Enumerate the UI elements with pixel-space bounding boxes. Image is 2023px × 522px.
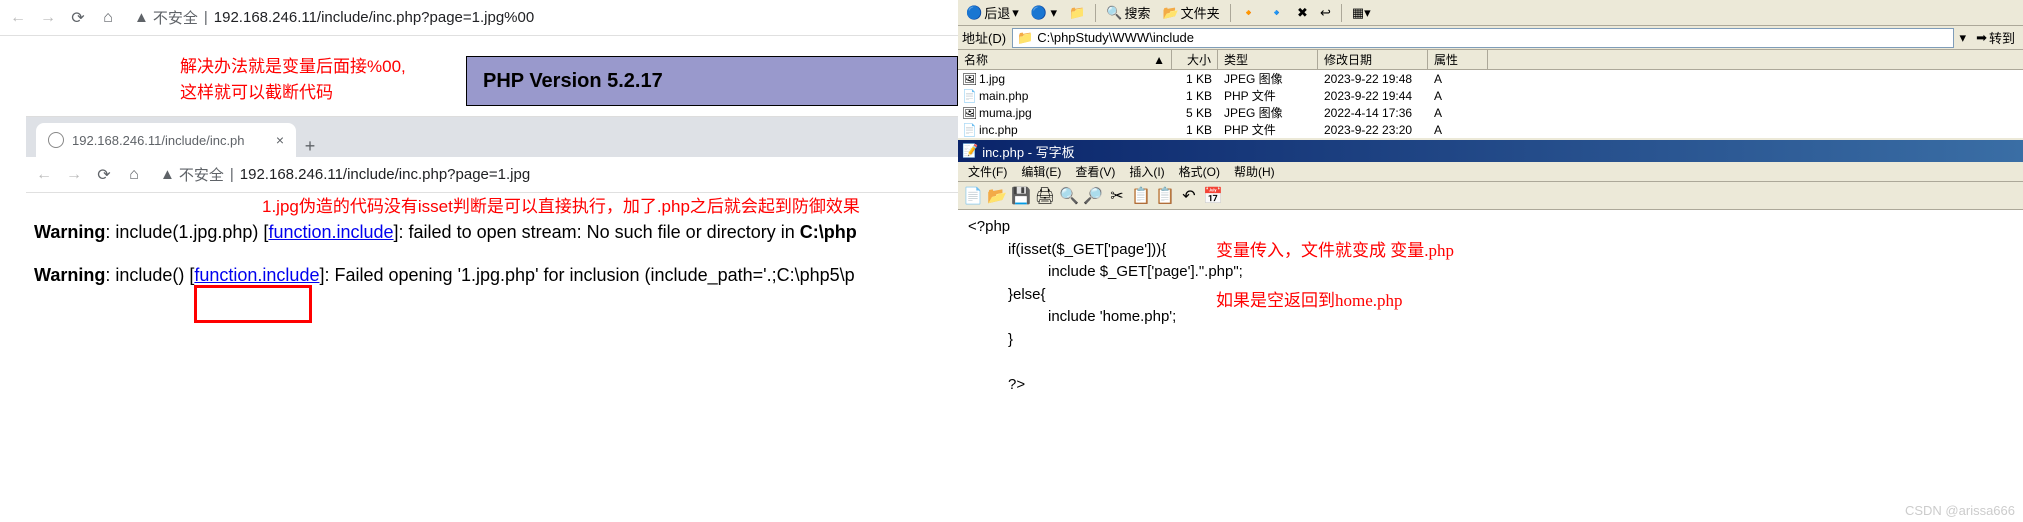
tab-bar: 192.168.246.11/include/inc.ph × +	[26, 117, 958, 157]
home-icon[interactable]: ⌂	[98, 8, 118, 28]
paste-icon[interactable]: 📋	[1154, 185, 1176, 207]
file-list: 🖼1.jpg 1 KB JPEG 图像 2023-9-22 19:48 A 📄m…	[958, 70, 2023, 138]
menu-view[interactable]: 查看(V)	[1069, 163, 1121, 180]
col-name[interactable]: 名称 ▲	[958, 50, 1172, 69]
wordpad-title: inc.php - 写字板	[982, 142, 1074, 161]
preview-icon[interactable]: 🔍	[1058, 185, 1080, 207]
highlight-box	[194, 285, 312, 323]
back-button[interactable]: 🔵 后退 ▾	[962, 1, 1023, 24]
browser-tab[interactable]: 192.168.246.11/include/inc.ph ×	[36, 123, 296, 157]
wordpad-content[interactable]: <?php if(isset($_GET['page'])){ include …	[958, 210, 2023, 402]
file-row[interactable]: 🖼1.jpg 1 KB JPEG 图像 2023-9-22 19:48 A	[958, 70, 2023, 87]
tb-icon[interactable]: 🔹	[1265, 3, 1289, 23]
col-type[interactable]: 类型	[1218, 50, 1318, 69]
reload-icon[interactable]: ⟳	[94, 165, 114, 185]
file-row[interactable]: 📄inc.php 1 KB PHP 文件 2023-9-22 23:20 A	[958, 121, 2023, 138]
menu-help[interactable]: 帮助(H)	[1228, 163, 1281, 180]
menu-format[interactable]: 格式(O)	[1173, 163, 1226, 180]
dropdown-icon[interactable]: ▾	[1960, 30, 1967, 46]
print-icon[interactable]: 🖨	[1034, 185, 1056, 207]
back-icon[interactable]: ←	[34, 165, 54, 185]
separator: |	[204, 9, 208, 26]
browser1-toolbar: ← → ⟳ ⌂ ▲ 不安全 | 192.168.246.11/include/i…	[0, 0, 958, 36]
date-icon[interactable]: 📅	[1202, 185, 1224, 207]
explorer-address-bar: 地址(D) 📁 C:\phpStudy\WWW\include ▾ ➡ 转到	[958, 26, 2023, 50]
folders-button[interactable]: 📂 文件夹	[1158, 1, 1223, 24]
tb-icon[interactable]: ▦▾	[1348, 3, 1375, 23]
url-text-2: 192.168.246.11/include/inc.php?page=1.jp…	[240, 166, 530, 183]
tb-icon[interactable]: ✖	[1293, 3, 1312, 23]
browser2-toolbar: ← → ⟳ ⌂ ▲ 不安全 | 192.168.246.11/include/i…	[26, 157, 958, 193]
find-icon[interactable]: 🔎	[1082, 185, 1104, 207]
function-include-link[interactable]: function.include	[268, 222, 393, 242]
back-icon[interactable]: ←	[8, 8, 28, 28]
menu-edit[interactable]: 编辑(E)	[1015, 163, 1067, 180]
browser-window-1: ← → ⟳ ⌂ ▲ 不安全 | 192.168.246.11/include/i…	[0, 0, 958, 110]
explorer-path-input[interactable]: 📁 C:\phpStudy\WWW\include	[1012, 28, 1954, 48]
warning-icon: ▲	[134, 9, 149, 26]
windows-area: 🔵 后退 ▾ 🔵 ▾ 📁 🔍 搜索 📂 文件夹 🔸 🔹 ✖ ↩ ▦▾ 地址(D)…	[958, 0, 2023, 522]
forward-button[interactable]: 🔵 ▾	[1027, 3, 1061, 23]
go-button[interactable]: ➡ 转到	[1972, 28, 2019, 47]
cut-icon[interactable]: ✂	[1106, 185, 1128, 207]
browser-window-2: 192.168.246.11/include/inc.ph × + ← → ⟳ …	[26, 116, 958, 315]
forward-icon[interactable]: →	[38, 8, 58, 28]
wordpad-titlebar: 📝 inc.php - 写字板	[958, 140, 2023, 162]
tb-icon[interactable]: ↩	[1316, 3, 1335, 23]
reload-icon[interactable]: ⟳	[68, 8, 88, 28]
col-attr[interactable]: 属性	[1428, 50, 1488, 69]
url-text-1: 192.168.246.11/include/inc.php?page=1.jp…	[214, 9, 534, 26]
wordpad-menubar: 文件(F) 编辑(E) 查看(V) 插入(I) 格式(O) 帮助(H)	[958, 162, 2023, 182]
explorer-toolbar: 🔵 后退 ▾ 🔵 ▾ 📁 🔍 搜索 📂 文件夹 🔸 🔹 ✖ ↩ ▦▾	[958, 0, 2023, 26]
addr-label: 地址(D)	[962, 28, 1006, 47]
function-include-link[interactable]: function.include	[194, 265, 319, 285]
insecure-badge: ▲ 不安全	[134, 7, 198, 28]
copy-icon[interactable]: 📋	[1130, 185, 1152, 207]
forward-icon[interactable]: →	[64, 165, 84, 185]
path-text: C:\phpStudy\WWW\include	[1037, 30, 1194, 45]
globe-icon	[48, 132, 64, 148]
warning-line-2: Warning: include() [function.include]: F…	[34, 254, 950, 297]
image-icon: 🖼	[962, 72, 976, 86]
home-icon[interactable]: ⌂	[124, 165, 144, 185]
up-button[interactable]: 📁	[1065, 3, 1089, 23]
warning-icon: ▲	[160, 166, 175, 183]
file-row[interactable]: 🖼muma.jpg 5 KB JPEG 图像 2022-4-14 17:36 A	[958, 104, 2023, 121]
annotation-4: 如果是空返回到home.php	[1216, 288, 1403, 314]
folder-icon: 📁	[1017, 30, 1033, 46]
separator: |	[230, 166, 234, 183]
new-icon[interactable]: 📄	[962, 185, 984, 207]
page-content: Warning: include(1.jpg.php) [function.in…	[26, 193, 958, 315]
close-icon[interactable]: ×	[276, 132, 284, 148]
wordpad-window: 📝 inc.php - 写字板 文件(F) 编辑(E) 查看(V) 插入(I) …	[958, 140, 2023, 522]
watermark: CSDN @arissa666	[1905, 503, 2015, 518]
menu-file[interactable]: 文件(F)	[962, 163, 1013, 180]
tb-icon[interactable]: 🔸	[1237, 3, 1261, 23]
php-icon: 📄	[962, 123, 976, 137]
file-list-header: 名称 ▲ 大小 类型 修改日期 属性	[958, 50, 2023, 70]
col-date[interactable]: 修改日期	[1318, 50, 1428, 69]
annotation-3: 变量传入，文件就变成 变量.php	[1216, 238, 1454, 264]
col-size[interactable]: 大小	[1172, 50, 1218, 69]
annotation-1: 解决办法就是变量后面接%00, 这样就可以截断代码	[180, 54, 406, 105]
insecure-label: 不安全	[179, 164, 224, 185]
undo-icon[interactable]: ↶	[1178, 185, 1200, 207]
insecure-label: 不安全	[153, 7, 198, 28]
wordpad-icon: 📝	[962, 143, 978, 159]
menu-insert[interactable]: 插入(I)	[1123, 163, 1170, 180]
insecure-badge: ▲ 不安全	[160, 164, 224, 185]
php-version-banner: PHP Version 5.2.17	[466, 56, 958, 106]
open-icon[interactable]: 📂	[986, 185, 1008, 207]
warning-line-1: Warning: include(1.jpg.php) [function.in…	[34, 211, 950, 254]
php-icon: 📄	[962, 89, 976, 103]
address-bar-1[interactable]: ▲ 不安全 | 192.168.246.11/include/inc.php?p…	[128, 7, 950, 28]
image-icon: 🖼	[962, 106, 976, 120]
tab-title: 192.168.246.11/include/inc.ph	[72, 133, 245, 148]
address-bar-2[interactable]: ▲ 不安全 | 192.168.246.11/include/inc.php?p…	[154, 164, 950, 185]
search-button[interactable]: 🔍 搜索	[1102, 1, 1154, 24]
save-icon[interactable]: 💾	[1010, 185, 1032, 207]
file-row[interactable]: 📄main.php 1 KB PHP 文件 2023-9-22 19:44 A	[958, 87, 2023, 104]
wordpad-toolbar: 📄 📂 💾 🖨 🔍 🔎 ✂ 📋 📋 ↶ 📅	[958, 182, 2023, 210]
new-tab-button[interactable]: +	[296, 136, 324, 157]
